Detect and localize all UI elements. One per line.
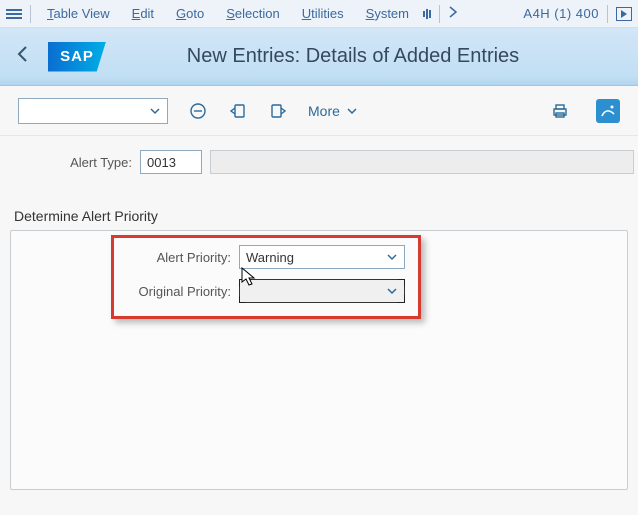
toolbar: More <box>0 86 638 136</box>
menu-selection[interactable]: Selection <box>218 4 287 23</box>
chevron-down-icon <box>386 286 398 296</box>
alert-priority-row: Alert Priority: Warning <box>35 245 405 269</box>
alert-priority-value: Warning <box>246 250 294 265</box>
menubar-divider <box>607 5 608 23</box>
minus-circle-icon[interactable] <box>188 101 208 121</box>
form-inner: Alert Priority: Warning Original Priorit… <box>35 245 405 313</box>
system-id: A4H (1) 400 <box>523 6 599 21</box>
menubar-divider <box>30 5 31 23</box>
next-entry-icon[interactable] <box>268 101 288 121</box>
sap-logo: SAP <box>48 42 106 72</box>
header: SAP New Entries: Details of Added Entrie… <box>0 28 638 86</box>
content: Alert Type: 0013 Determine Alert Priorit… <box>0 136 638 490</box>
menu-icon[interactable] <box>6 8 22 20</box>
view-selector[interactable] <box>18 98 168 124</box>
print-icon[interactable] <box>550 101 570 121</box>
alert-type-row: Alert Type: 0013 <box>10 150 628 174</box>
original-priority-label: Original Priority: <box>35 284 231 299</box>
play-icon[interactable] <box>616 7 632 21</box>
original-priority-combo[interactable] <box>239 279 405 303</box>
menu-table-view[interactable]: Table View <box>39 4 118 23</box>
exit-icon[interactable] <box>596 99 620 123</box>
more-button[interactable]: More <box>308 103 358 119</box>
chevron-down-icon <box>386 252 398 262</box>
alert-priority-label: Alert Priority: <box>35 250 231 265</box>
alert-type-input[interactable]: 0013 <box>140 150 202 174</box>
alert-priority-combo[interactable]: Warning <box>239 245 405 269</box>
alert-type-description <box>210 150 634 174</box>
menu-edit[interactable]: Edit <box>124 4 162 23</box>
page-title: New Entries: Details of Added Entries <box>84 45 622 68</box>
menu-system[interactable]: System <box>358 4 417 23</box>
menu-utilities[interactable]: Utilities <box>294 4 352 23</box>
section-title: Determine Alert Priority <box>14 208 628 224</box>
back-button[interactable] <box>16 45 30 68</box>
alert-priority-group: Alert Priority: Warning Original Priorit… <box>10 230 628 490</box>
menubar: Table View Edit Goto Selection Utilities… <box>0 0 638 28</box>
menu-goto[interactable]: Goto <box>168 4 212 23</box>
alert-type-label: Alert Type: <box>10 155 132 170</box>
column-settings-icon[interactable] <box>423 9 431 19</box>
chevron-right-icon[interactable] <box>448 6 458 21</box>
original-priority-row: Original Priority: <box>35 279 405 303</box>
menubar-divider <box>439 5 440 23</box>
previous-entry-icon[interactable] <box>228 101 248 121</box>
